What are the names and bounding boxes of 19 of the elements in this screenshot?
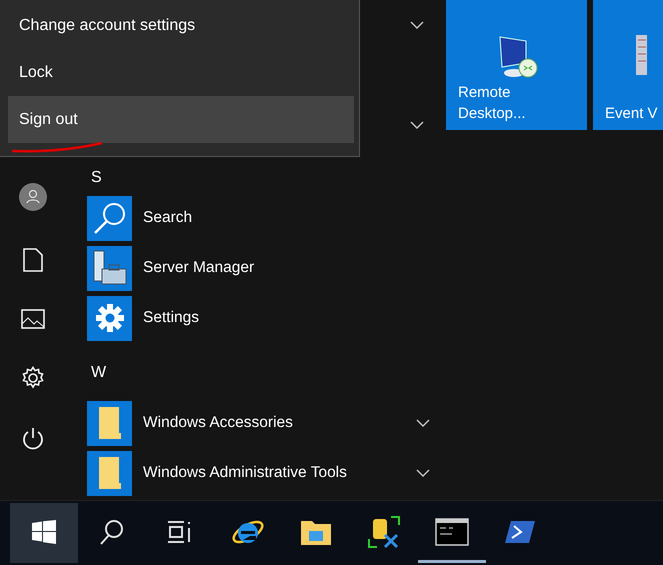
- app-list-item[interactable]: Search: [87, 193, 446, 243]
- app-name: Windows Accessories: [143, 414, 293, 432]
- app-list-item[interactable]: Windows Administrative Tools: [87, 448, 446, 498]
- app-list-item[interactable]: Server Manager: [87, 243, 446, 293]
- app-list-item[interactable]: Settings: [87, 293, 446, 343]
- menu-item[interactable]: Change account settings: [8, 2, 354, 49]
- app-tile[interactable]: Remote Desktop...: [446, 0, 587, 130]
- app-name: Search: [143, 209, 192, 227]
- group-letter[interactable]: S: [87, 166, 102, 190]
- app-list-item[interactable]: Windows Accessories: [87, 398, 446, 448]
- app-name: Windows Administrative Tools: [143, 464, 347, 482]
- menu-item[interactable]: Sign out: [8, 96, 354, 143]
- app-tile[interactable]: Event V: [593, 0, 663, 130]
- app-name: Settings: [143, 309, 200, 327]
- group-letter[interactable]: W: [87, 360, 106, 386]
- tile-label: Event V: [605, 104, 659, 124]
- menu-item[interactable]: Lock: [8, 49, 354, 96]
- tile-label: Remote Desktop...: [458, 83, 527, 124]
- app-name: Server Manager: [143, 259, 254, 277]
